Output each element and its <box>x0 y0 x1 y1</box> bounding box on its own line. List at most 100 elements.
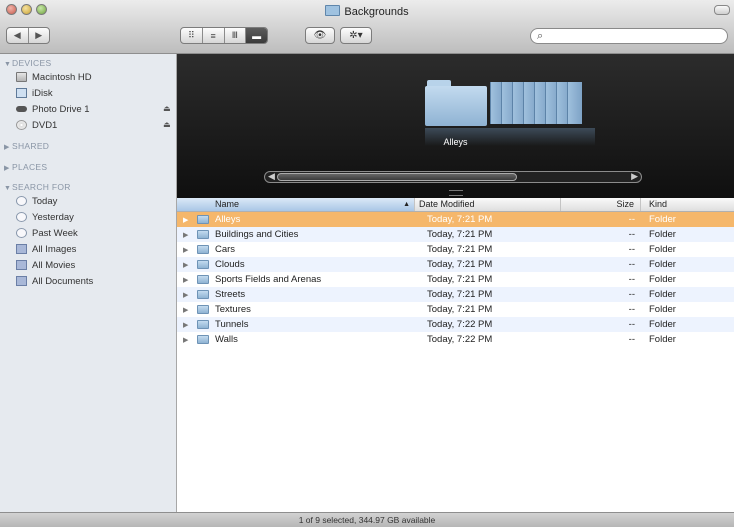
row-size: -- <box>628 214 635 225</box>
cover-flow-scrollbar[interactable]: ◀ ▶ <box>264 171 642 183</box>
sidebar: ▼DEVICES Macintosh HD iDisk Photo Drive … <box>0 54 177 512</box>
disclosure-triangle-icon: ▶ <box>4 165 10 172</box>
folder-icon <box>325 5 341 16</box>
row-date: Today, 7:21 PM <box>427 229 493 240</box>
scroll-right-icon[interactable]: ▶ <box>631 171 638 182</box>
clock-icon <box>16 212 27 222</box>
row-kind: Folder <box>649 229 676 240</box>
folder-icon <box>197 275 209 284</box>
row-name: Buildings and Cities <box>215 229 299 240</box>
column-header-date[interactable]: Date Modified <box>415 198 561 211</box>
sidebar-item-photo-drive[interactable]: Photo Drive 1 <box>16 102 90 116</box>
sidebar-item-all-documents[interactable]: All Documents <box>16 274 93 288</box>
disclosure-triangle-icon[interactable]: ▶ <box>177 231 195 239</box>
folder-icon <box>197 290 209 299</box>
row-date: Today, 7:21 PM <box>427 244 493 255</box>
forward-button[interactable]: ▶ <box>29 30 50 41</box>
action-menu-button[interactable]: ✲▾ <box>340 27 372 44</box>
row-kind: Folder <box>649 259 676 270</box>
table-row[interactable]: ▶ Alleys Today, 7:21 PM -- Folder <box>177 212 734 227</box>
folder-stack[interactable] <box>490 82 592 126</box>
folder-icon <box>197 245 209 254</box>
disclosure-triangle-icon[interactable]: ▶ <box>177 276 195 284</box>
search-field[interactable]: ⌕ <box>530 28 728 45</box>
title-toolbar: Backgrounds ◀ ▶ ⠿ ≡ Ⅲ ▬ 👁 ✲▾ ⌕ <box>0 0 734 54</box>
disclosure-triangle-icon[interactable]: ▶ <box>177 246 195 254</box>
smart-folder-icon <box>16 276 27 286</box>
folder-icon[interactable] <box>425 80 487 126</box>
window-title: Backgrounds <box>0 5 734 18</box>
scrollbar-thumb[interactable] <box>277 173 517 181</box>
sidebar-item-label: Photo Drive 1 <box>32 103 90 115</box>
row-date: Today, 7:21 PM <box>427 289 493 300</box>
folder-icon <box>197 305 209 314</box>
hard-drive-icon <box>16 72 27 82</box>
row-name: Walls <box>215 334 238 345</box>
sidebar-item-all-images[interactable]: All Images <box>16 242 76 256</box>
folder-icon <box>197 215 209 224</box>
disclosure-triangle-icon[interactable]: ▶ <box>177 216 195 224</box>
disclosure-triangle-icon[interactable]: ▶ <box>177 261 195 269</box>
list-rows: ▶ Alleys Today, 7:21 PM -- Folder ▶ Buil… <box>177 212 734 347</box>
back-button[interactable]: ◀ <box>7 30 28 41</box>
sidebar-item-yesterday[interactable]: Yesterday <box>16 210 74 224</box>
disclosure-triangle-icon[interactable]: ▶ <box>177 336 195 344</box>
table-row[interactable]: ▶ Clouds Today, 7:21 PM -- Folder <box>177 257 734 272</box>
sidebar-section-places[interactable]: ▶ PLACES <box>4 162 47 172</box>
row-date: Today, 7:21 PM <box>427 274 493 285</box>
eject-icon[interactable]: ⏏ <box>163 104 171 113</box>
column-view-icon[interactable]: Ⅲ <box>225 28 247 43</box>
row-name: Streets <box>215 289 246 300</box>
row-name: Textures <box>215 304 251 315</box>
column-header-kind[interactable]: Kind <box>641 198 734 211</box>
sidebar-item-idisk[interactable]: iDisk <box>16 86 53 100</box>
cover-flow-pane[interactable]: Alleys ◀ ▶ <box>177 54 734 198</box>
sidebar-item-all-movies[interactable]: All Movies <box>16 258 75 272</box>
disclosure-triangle-icon[interactable]: ▶ <box>177 291 195 299</box>
window-title-text: Backgrounds <box>344 6 409 18</box>
sidebar-item-label: Past Week <box>32 227 78 239</box>
table-row[interactable]: ▶ Tunnels Today, 7:22 PM -- Folder <box>177 317 734 332</box>
disclosure-triangle-icon[interactable]: ▶ <box>177 321 195 329</box>
sidebar-item-dvd1[interactable]: DVD1 <box>16 118 57 132</box>
disclosure-triangle-icon: ▶ <box>4 144 10 151</box>
table-row[interactable]: ▶ Sports Fields and Arenas Today, 7:21 P… <box>177 272 734 287</box>
row-date: Today, 7:22 PM <box>427 319 493 330</box>
eject-icon[interactable]: ⏏ <box>163 120 171 129</box>
coverflow-view-icon[interactable]: ▬ <box>246 28 267 43</box>
sidebar-item-today[interactable]: Today <box>16 194 57 208</box>
column-header-size[interactable]: Size <box>561 198 641 211</box>
eye-icon: 👁 <box>313 30 327 41</box>
folder-icon <box>197 335 209 344</box>
sidebar-item-macintosh-hd[interactable]: Macintosh HD <box>16 70 92 84</box>
scroll-left-icon[interactable]: ◀ <box>268 171 275 182</box>
table-row[interactable]: ▶ Streets Today, 7:21 PM -- Folder <box>177 287 734 302</box>
quick-look-button[interactable]: 👁 <box>305 27 335 44</box>
split-grip[interactable] <box>449 190 463 196</box>
table-row[interactable]: ▶ Cars Today, 7:21 PM -- Folder <box>177 242 734 257</box>
column-header-name[interactable]: Name ▲ <box>177 198 415 211</box>
sidebar-section-search-for[interactable]: ▼SEARCH FOR <box>4 182 71 192</box>
sidebar-section-devices[interactable]: ▼DEVICES <box>4 58 51 68</box>
idisk-icon <box>16 88 27 98</box>
icon-view-icon[interactable]: ⠿ <box>181 28 203 43</box>
row-kind: Folder <box>649 304 676 315</box>
folder-icon <box>567 82 582 124</box>
disclosure-triangle-icon[interactable]: ▶ <box>177 306 195 314</box>
disclosure-triangle-icon: ▼ <box>4 185 12 192</box>
search-input[interactable] <box>549 29 723 45</box>
sidebar-item-past-week[interactable]: Past Week <box>16 226 78 240</box>
toolbar-toggle-button[interactable] <box>714 5 730 15</box>
cover-flow-label: Alleys <box>443 137 468 147</box>
row-name: Sports Fields and Arenas <box>215 274 322 285</box>
dvd-icon <box>16 120 27 130</box>
list-view-icon[interactable]: ≡ <box>203 28 225 43</box>
view-mode-control: ⠿ ≡ Ⅲ ▬ <box>180 27 268 44</box>
sidebar-item-label: All Movies <box>32 259 76 271</box>
row-size: -- <box>628 274 635 285</box>
table-row[interactable]: ▶ Buildings and Cities Today, 7:21 PM --… <box>177 227 734 242</box>
sidebar-section-shared[interactable]: ▶ SHARED <box>4 141 49 151</box>
table-row[interactable]: ▶ Walls Today, 7:22 PM -- Folder <box>177 332 734 347</box>
row-kind: Folder <box>649 244 676 255</box>
table-row[interactable]: ▶ Textures Today, 7:21 PM -- Folder <box>177 302 734 317</box>
